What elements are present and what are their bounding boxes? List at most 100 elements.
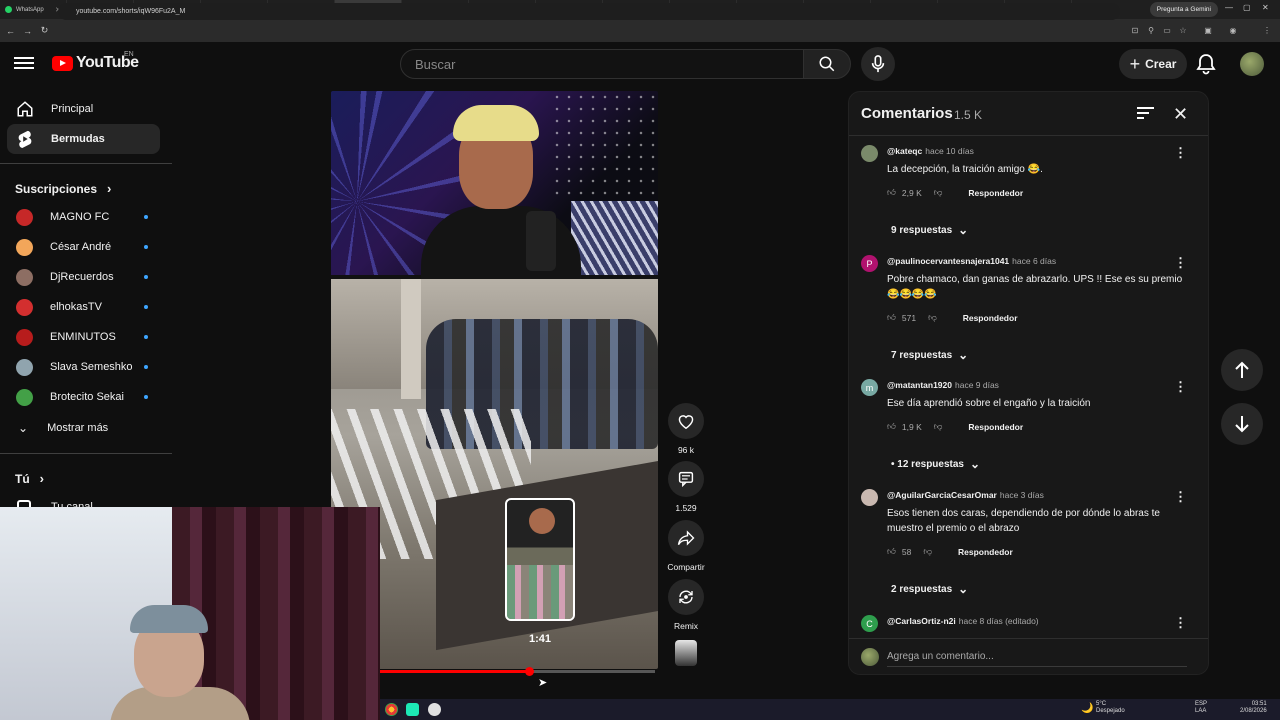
shorts-icon (16, 130, 34, 148)
browser-tab[interactable]: WhatsApp✕ (0, 0, 67, 19)
voice-search-button[interactable] (861, 47, 895, 81)
windows-taskbar (380, 699, 1280, 720)
minimize-icon[interactable]: — (1225, 3, 1233, 12)
subscription-item[interactable]: Brotecito Sekai (7, 383, 160, 411)
video-progress-bar[interactable] (380, 667, 655, 676)
account-avatar[interactable] (1240, 52, 1264, 76)
hamburger-menu-icon[interactable] (14, 54, 34, 74)
maximize-icon[interactable]: ▢ (1243, 3, 1251, 12)
thumb-down-icon[interactable]: 👎︎ (934, 421, 943, 432)
forward-icon[interactable]: → (19, 26, 36, 36)
view-replies-button[interactable]: 9 respuestas ⌄ (891, 223, 968, 237)
you-label: Tú (15, 471, 30, 486)
subscription-item[interactable]: ENMINUTOS (7, 323, 160, 351)
notifications-button[interactable] (1196, 53, 1216, 80)
youtube-header: YouTube EN Buscar + Crear (0, 42, 1280, 86)
comment-avatar[interactable] (861, 145, 878, 162)
chrome-taskbar-icon[interactable] (385, 703, 398, 716)
more-vert-icon[interactable]: ⋮ (1174, 145, 1187, 161)
comment-avatar[interactable] (861, 489, 878, 506)
close-icon[interactable]: ✕ (1173, 104, 1188, 125)
subscription-item[interactable]: César André (7, 233, 160, 261)
subscriptions-label: Suscripciones (15, 181, 98, 196)
show-more-button[interactable]: ⌄ Mostrar más (7, 414, 160, 442)
comment-author[interactable]: @kateqc hace 10 días (887, 146, 974, 156)
close-window-icon[interactable]: ✕ (1262, 3, 1269, 12)
previous-short-button[interactable] (1221, 349, 1263, 391)
view-replies-button[interactable]: 2 respuestas ⌄ (891, 582, 968, 596)
view-replies-button[interactable]: • 12 respuestas ⌄ (891, 457, 980, 471)
browser-menu-icon[interactable]: ⋮ (1262, 26, 1272, 36)
comment-time: hace 3 días (999, 490, 1044, 500)
comment-avatar[interactable]: m (861, 379, 878, 396)
thumb-down-icon[interactable]: 👎︎ (934, 187, 943, 198)
thumb-up-icon[interactable]: 👍︎ (887, 546, 896, 557)
microphone-icon (871, 55, 885, 73)
thumb-up-icon[interactable]: 👍︎ (887, 187, 896, 198)
sort-icon[interactable] (1137, 106, 1154, 125)
subscription-item[interactable]: DjRecuerdos (7, 263, 160, 291)
comment-text: Ese día aprendió sobre el engaño y la tr… (887, 398, 1091, 409)
next-short-button[interactable] (1221, 403, 1263, 445)
subscription-name: Slava Semeshko (50, 361, 133, 373)
short-video-player[interactable] (331, 91, 658, 669)
progress-scrubber[interactable] (524, 667, 534, 676)
cast-icon[interactable]: ▭ (1162, 26, 1172, 36)
weather-widget[interactable]: 5°C Despejado (1096, 701, 1125, 715)
search-button[interactable] (803, 49, 851, 79)
youtube-logo[interactable]: YouTube EN (52, 51, 139, 72)
remix-button[interactable]: Remix (667, 579, 705, 631)
subscription-item[interactable]: Slava Semeshko (7, 353, 160, 381)
add-comment-input[interactable]: Agrega un comentario... (887, 651, 1187, 667)
sidebar-item-principal[interactable]: Principal (7, 94, 160, 124)
more-vert-icon[interactable]: ⋮ (1174, 379, 1187, 395)
gemini-button[interactable]: Pregunta a Gemini (1149, 2, 1218, 17)
create-button[interactable]: + Crear (1119, 49, 1187, 79)
author-handle: @CarlasOrtiz-n2i (887, 616, 956, 626)
share-button[interactable]: Compartir (662, 520, 710, 572)
subscription-item[interactable]: MAGNO FC (7, 203, 160, 231)
search-input[interactable]: Buscar (400, 49, 804, 79)
taskbar-clock[interactable]: 03:51 2/08/2026 (1240, 701, 1267, 715)
app-taskbar-icon[interactable] (406, 703, 419, 716)
more-vert-icon[interactable]: ⋮ (1174, 615, 1187, 631)
thumb-up-icon[interactable]: 👍︎ (887, 421, 896, 432)
chevron-down-icon: ⌄ (958, 223, 969, 237)
language-indicator[interactable]: ESP LAA (1195, 701, 1207, 715)
comments-title: Comentarios (861, 105, 953, 122)
reply-button[interactable]: Respondedor (958, 547, 1013, 557)
reload-icon[interactable]: ↻ (36, 25, 53, 36)
reply-button[interactable]: Respondedor (963, 313, 1018, 323)
back-icon[interactable]: ← (2, 26, 19, 36)
reply-button[interactable]: Respondedor (968, 422, 1023, 432)
lang-top: ESP (1195, 701, 1208, 707)
thumb-down-icon[interactable]: 👎︎ (923, 546, 932, 557)
comment-author[interactable]: @matantan1920 hace 9 días (887, 380, 999, 390)
comment-author[interactable]: @paulinocervantesnajera1041 hace 6 días (887, 256, 1056, 266)
extensions-icon[interactable]: ▣ (1203, 26, 1213, 36)
subscription-item[interactable]: elhokasTV (7, 293, 160, 321)
profile-icon[interactable]: ◉ (1228, 26, 1238, 36)
bookmark-star-icon[interactable]: ☆ (1178, 26, 1188, 36)
obs-taskbar-icon[interactable] (428, 703, 441, 716)
comment-avatar[interactable]: C (861, 615, 878, 632)
comment-avatar[interactable]: P (861, 255, 878, 272)
comment-author[interactable]: @AguilarGarciaCesarOmar hace 3 días (887, 490, 1044, 500)
translate-icon[interactable]: ⊡ (1130, 26, 1140, 36)
more-vert-icon[interactable]: ⋮ (1174, 489, 1187, 505)
like-button[interactable]: 96 k (667, 403, 705, 455)
reply-button[interactable]: Respondedor (968, 188, 1023, 198)
zoom-icon[interactable]: ⚲ (1146, 26, 1156, 36)
thumb-down-icon[interactable]: 👎︎ (928, 312, 937, 323)
url-field[interactable]: youtube.com/shorts/iqW96Fu2A_M (58, 3, 1120, 20)
comments-button[interactable]: 1.529 (667, 461, 705, 513)
channel-avatar[interactable] (675, 640, 697, 666)
subscriptions-heading[interactable]: Suscripciones › (15, 181, 111, 196)
view-replies-button[interactable]: 7 respuestas ⌄ (891, 348, 968, 362)
you-heading[interactable]: Tú › (15, 471, 44, 486)
sidebar-item-bermudas[interactable]: Bermudas (7, 124, 160, 154)
more-vert-icon[interactable]: ⋮ (1174, 255, 1187, 271)
comment-author[interactable]: @CarlasOrtiz-n2i hace 8 días (editado) (887, 616, 1039, 626)
new-content-dot (144, 215, 148, 219)
thumb-up-icon[interactable]: 👍︎ (887, 312, 896, 323)
